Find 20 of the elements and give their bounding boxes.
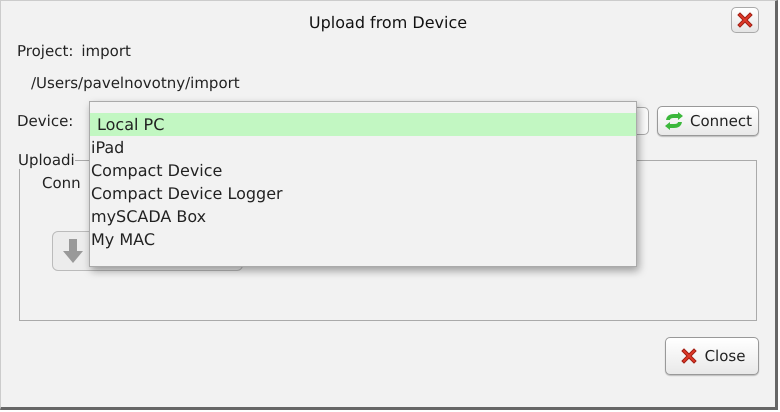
device-option[interactable]: iPad [90,136,636,159]
device-option[interactable]: Compact Device Logger [90,182,636,205]
project-path: /Users/pavelnovotny/import [31,74,240,92]
device-option[interactable]: Local PC [90,113,636,136]
window-title: Upload from Device [308,12,468,32]
project-name: import [81,42,131,60]
connect-button[interactable]: Connect [657,106,759,136]
close-icon [678,346,699,366]
close-icon [735,10,755,30]
down-arrow-icon [63,239,83,263]
device-label: Device: [17,112,74,130]
close-button[interactable] [731,7,759,33]
refresh-icon [664,112,684,130]
group-title: Uploadi [18,151,75,169]
device-option[interactable]: Compact Device [90,159,636,182]
device-option[interactable]: mySCADA Box [90,205,636,228]
connection-status: Conn [42,174,81,192]
device-option[interactable]: My MAC [90,228,636,251]
close-dialog-button[interactable]: Close [665,337,759,375]
project-label: Project: [17,42,74,60]
